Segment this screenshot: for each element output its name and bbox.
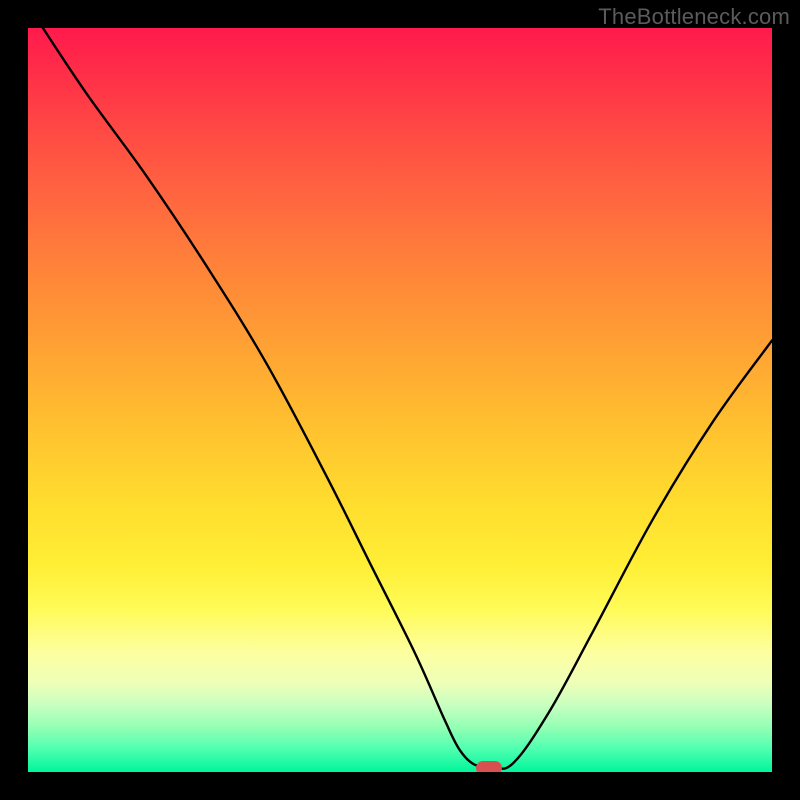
watermark-label: TheBottleneck.com: [598, 4, 790, 30]
chart-background-gradient: [28, 28, 772, 772]
chart-frame: TheBottleneck.com: [0, 0, 800, 800]
plot-area: [28, 28, 772, 772]
